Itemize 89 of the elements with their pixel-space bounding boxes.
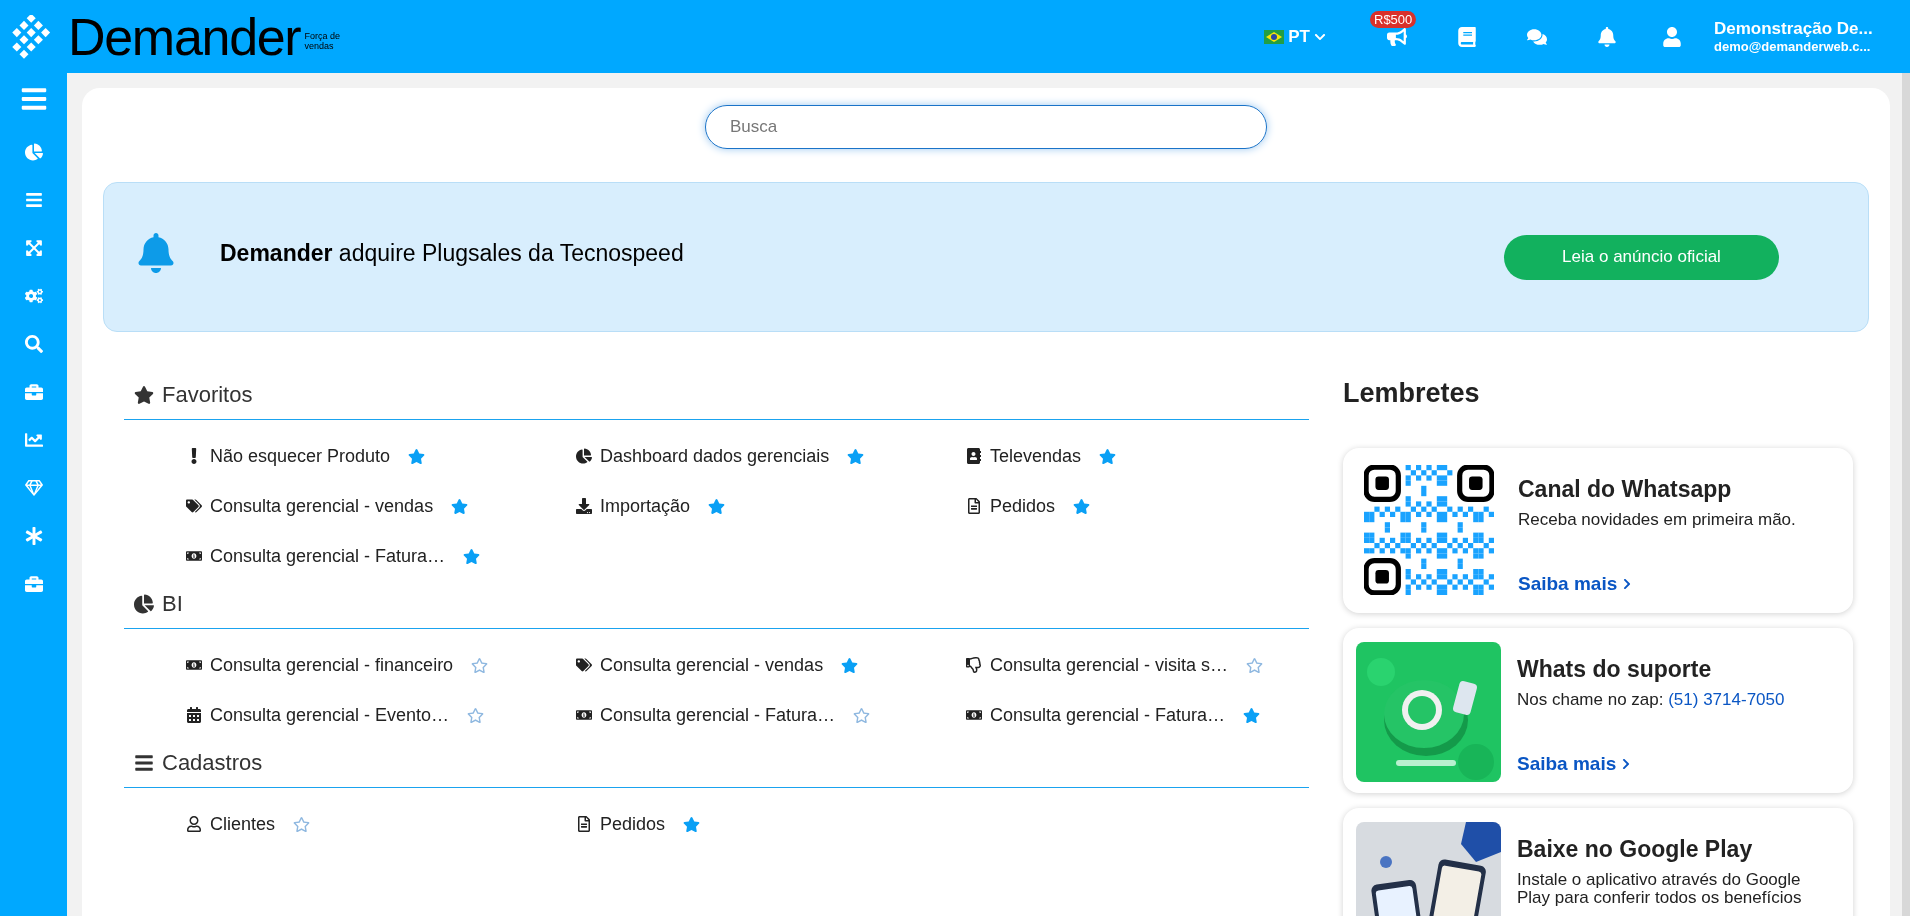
briefcase-icon[interactable] [24, 575, 43, 593]
section-title: Cadastros [162, 749, 263, 777]
section-title: BI [162, 590, 183, 618]
shortcut-link[interactable]: Importação [600, 492, 691, 520]
shortcut-link[interactable]: Consulta gerencial - vendas [600, 651, 824, 679]
card-text: Instale o aplicativo através do Google Play para conferir todos os benefícios [1517, 871, 1803, 907]
address-book-icon [966, 448, 982, 464]
shortcut-link[interactable]: Consulta gerencial - financeiro [210, 651, 454, 679]
star-icon [134, 384, 154, 405]
star-icon[interactable] [451, 497, 469, 515]
shortcut-link[interactable]: Clientes [210, 810, 276, 838]
chat-icon [1527, 26, 1547, 47]
list-icon[interactable] [24, 191, 43, 209]
banknote-icon [576, 707, 592, 723]
bell-icon [1597, 26, 1617, 47]
diamond-icon[interactable] [24, 479, 43, 497]
shortcut-link[interactable]: Dashboard dados gerenciais [600, 442, 830, 470]
star-icon[interactable] [708, 497, 726, 515]
credit-badge: R$500 [1370, 10, 1417, 28]
bell-icon [138, 233, 174, 273]
expand-icon[interactable] [24, 239, 43, 257]
learn-more-link[interactable]: Saiba mais [1517, 750, 1832, 779]
card-title: Canal do Whatsapp [1518, 474, 1733, 504]
shortcut-link[interactable]: Consulta gerencial - Fatura… [600, 701, 836, 729]
phone-link[interactable]: (51) 3714-7050 [1668, 690, 1785, 709]
star-outline-icon[interactable] [467, 706, 485, 724]
star-outline-icon[interactable] [293, 815, 311, 833]
shortcut-link[interactable]: Televendas [990, 442, 1082, 470]
learn-more-link[interactable]: Saiba mais [1518, 570, 1832, 599]
shortcut-link[interactable]: Consulta gerencial - Fatura… [210, 542, 446, 570]
star-icon[interactable] [847, 447, 865, 465]
shortcut-link[interactable]: Consulta gerencial - Fatura… [990, 701, 1226, 729]
document-icon [966, 498, 982, 514]
star-icon[interactable] [1099, 447, 1117, 465]
calendar-icon [186, 707, 202, 723]
card-text: Receba novidades em primeira mão. [1518, 511, 1797, 529]
card-text: Nos chame no zap: (51) 3714-7050 [1517, 691, 1786, 709]
user-name: Demonstração De... [1714, 18, 1874, 39]
search-field[interactable]: Busca [705, 105, 1267, 149]
user-icon [186, 816, 202, 832]
pie-chart-icon [134, 593, 154, 614]
pie-chart-icon[interactable] [24, 143, 43, 161]
tags-icon [576, 657, 592, 673]
star-outline-icon[interactable] [1246, 656, 1264, 674]
banknote-icon [186, 548, 202, 564]
banknote-icon [966, 707, 982, 723]
shortcut-link[interactable]: Pedidos [600, 810, 666, 838]
section-title: Favoritos [162, 381, 253, 409]
scrollbar[interactable] [1902, 73, 1910, 916]
briefcase-icon[interactable] [24, 383, 43, 401]
shortcut-link[interactable]: Não esquecer Produto [210, 442, 391, 470]
star-outline-icon[interactable] [853, 706, 871, 724]
list-icon [134, 752, 154, 773]
announcement-text: Demander adquire Plugsales da Tecnospeed [220, 238, 684, 268]
asterisk-icon[interactable] [24, 527, 43, 545]
banknote-icon [186, 657, 202, 673]
shortcut-link[interactable]: Pedidos [990, 492, 1056, 520]
tags-icon [186, 498, 202, 514]
menu-icon[interactable] [19, 85, 48, 113]
flag-icon [1264, 29, 1285, 44]
logo-icon [12, 14, 52, 59]
logo-tagline: Força de vendas [304, 30, 341, 51]
star-icon[interactable] [463, 547, 481, 565]
card-title: Baixe no Google Play [1517, 834, 1754, 864]
pie-chart-icon [576, 448, 592, 464]
shortcut-link[interactable]: Consulta gerencial - visita s… [990, 651, 1229, 679]
megaphone-icon [1387, 26, 1407, 47]
announcements-button[interactable] [1387, 26, 1407, 47]
thumbs-down-icon [966, 657, 982, 673]
star-icon[interactable] [683, 815, 701, 833]
card-title: Whats do suporte [1517, 654, 1713, 684]
star-outline-icon[interactable] [471, 656, 489, 674]
star-icon[interactable] [1073, 497, 1091, 515]
book-icon [1457, 26, 1477, 47]
star-icon[interactable] [1243, 706, 1261, 724]
document-icon [576, 816, 592, 832]
star-icon[interactable] [408, 447, 426, 465]
search-icon[interactable] [24, 335, 43, 353]
qr-code-icon [1364, 464, 1494, 595]
star-icon[interactable] [841, 656, 859, 674]
user-email: demo@demanderweb.c... [1714, 38, 1872, 55]
shortcut-link[interactable]: Consulta gerencial - vendas [210, 492, 434, 520]
shortcut-link[interactable]: Consulta gerencial - Evento… [210, 701, 450, 729]
download-icon [576, 498, 592, 514]
gears-icon[interactable] [24, 287, 43, 305]
logo-text: Demander [68, 10, 301, 63]
line-chart-icon[interactable] [24, 431, 43, 449]
reminders-title: Lembretes [1343, 377, 1481, 410]
user-icon [1662, 26, 1682, 47]
